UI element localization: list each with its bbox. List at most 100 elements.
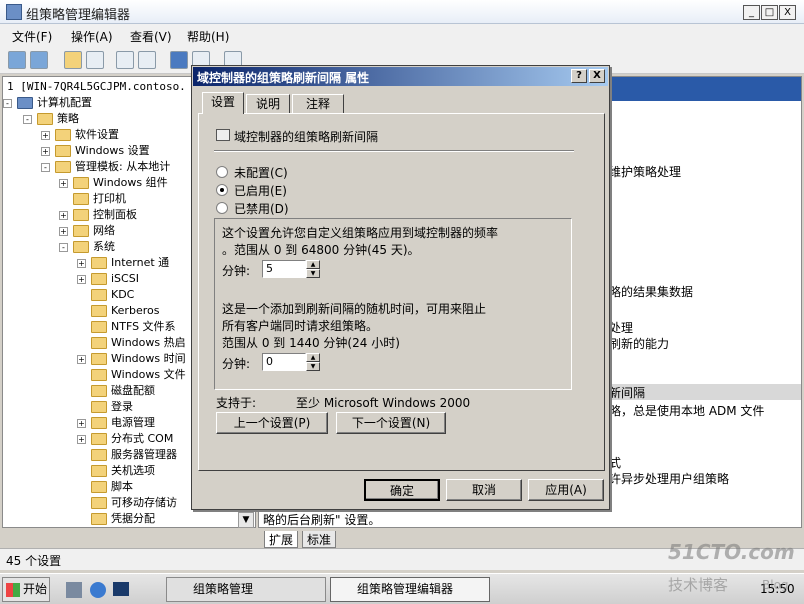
stepper-up-icon[interactable]: ▲ bbox=[306, 260, 320, 269]
tab-standard[interactable]: 标准 bbox=[302, 531, 337, 548]
export-icon[interactable] bbox=[138, 51, 156, 69]
folder-icon bbox=[91, 337, 107, 349]
stepper-down-icon[interactable]: ▼ bbox=[306, 269, 320, 278]
stepper-up-icon[interactable]: ▲ bbox=[306, 353, 320, 362]
stepper-down-icon[interactable]: ▼ bbox=[306, 362, 320, 371]
expand-icon[interactable]: + bbox=[59, 227, 68, 236]
expand-icon[interactable]: + bbox=[41, 131, 50, 140]
collapse-icon[interactable]: - bbox=[41, 163, 50, 172]
previous-setting-button[interactable]: 上一个设置(P) bbox=[216, 412, 328, 434]
tree-item-label: Windows 设置 bbox=[75, 144, 150, 157]
folder-icon bbox=[91, 321, 107, 333]
tree-item-label: Internet 通 bbox=[111, 256, 170, 269]
menu-action[interactable]: 操作(A) bbox=[71, 28, 113, 45]
tree-item-label: 登录 bbox=[111, 400, 133, 413]
dialog-close-button[interactable]: X bbox=[589, 69, 605, 83]
maximize-button[interactable]: □ bbox=[761, 5, 778, 20]
folder-icon bbox=[55, 129, 71, 141]
tab-explain[interactable]: 说明 bbox=[246, 94, 290, 114]
collapse-icon[interactable]: - bbox=[59, 243, 68, 252]
expand-icon[interactable]: + bbox=[41, 147, 50, 156]
setting-row[interactable]: 略，总是使用本地 ADM 文件 bbox=[609, 402, 764, 419]
expand-icon[interactable]: + bbox=[77, 419, 86, 428]
forward-icon[interactable] bbox=[30, 51, 48, 69]
tree-item-label: 关机选项 bbox=[111, 464, 155, 477]
setting-row[interactable]: 略的结果集数据 bbox=[609, 283, 693, 300]
tree-root[interactable]: 1 [WIN-7QR4L5GCJPM.contoso. bbox=[7, 79, 186, 95]
supported-label: 支持于: bbox=[216, 396, 257, 410]
random-offset-input[interactable]: 0 bbox=[262, 353, 306, 371]
expand-icon[interactable]: + bbox=[77, 259, 86, 268]
folder-icon bbox=[91, 385, 107, 397]
expand-icon[interactable]: + bbox=[77, 435, 86, 444]
collapse-icon[interactable]: - bbox=[23, 115, 32, 124]
radio-disabled-label[interactable]: 已禁用(D) bbox=[234, 200, 289, 217]
task-gpmc[interactable]: 组策略管理 bbox=[166, 577, 326, 602]
tree-item-label: 分布式 COM bbox=[111, 432, 174, 445]
supported-value: 至少 Microsoft Windows 2000 bbox=[296, 396, 471, 410]
watermark: 51CTO.com 技术博客 Blog bbox=[668, 540, 802, 600]
minutes-label-1: 分钟: bbox=[222, 264, 251, 278]
setting-row[interactable]: 处理 bbox=[609, 319, 633, 336]
tree-root-label: 1 [WIN-7QR4L5GCJPM.contoso. bbox=[7, 80, 186, 93]
close-button[interactable]: X bbox=[779, 5, 796, 20]
folder-icon bbox=[91, 433, 107, 445]
quicklaunch-ie-icon[interactable] bbox=[90, 582, 106, 598]
tree-item-label: 电源管理 bbox=[111, 416, 155, 429]
up-folder-icon[interactable] bbox=[64, 51, 82, 69]
tree-item-label: 打印机 bbox=[93, 192, 126, 205]
expand-icon[interactable]: + bbox=[77, 275, 86, 284]
tree-item-label: 计算机配置 bbox=[37, 96, 92, 109]
dialog-help-button[interactable]: ? bbox=[571, 69, 587, 83]
setting-row[interactable]: 维护策略处理 bbox=[609, 163, 681, 180]
menu-view[interactable]: 查看(V) bbox=[130, 28, 172, 45]
folder-icon bbox=[91, 449, 107, 461]
tree-item-label: 服务器管理器 bbox=[111, 448, 177, 461]
radio-disabled[interactable] bbox=[216, 202, 228, 214]
next-setting-button[interactable]: 下一个设置(N) bbox=[336, 412, 446, 434]
expand-icon[interactable]: + bbox=[59, 179, 68, 188]
tree-scrollbar[interactable]: ▼ bbox=[238, 512, 254, 528]
tab-explain-label: 说明 bbox=[255, 97, 280, 111]
tree-item-label: 控制面板 bbox=[93, 208, 137, 221]
main-title-bar: 组策略管理编辑器 _ □ X bbox=[0, 0, 804, 24]
show-tree-icon[interactable] bbox=[86, 51, 104, 69]
quicklaunch-cmd-icon[interactable] bbox=[113, 582, 129, 596]
task-gpme[interactable]: 组策略管理编辑器 bbox=[330, 577, 490, 602]
setting-row[interactable]: 刷新的能力 bbox=[609, 335, 669, 352]
policy-icon bbox=[216, 129, 230, 141]
tree-item-label: Windows 组件 bbox=[93, 176, 168, 189]
menu-file[interactable]: 文件(F) bbox=[12, 28, 52, 45]
back-icon[interactable] bbox=[8, 51, 26, 69]
random-offset-stepper[interactable]: ▲ ▼ bbox=[306, 353, 320, 371]
expand-icon[interactable]: + bbox=[59, 211, 68, 220]
radio-enabled[interactable] bbox=[216, 184, 228, 196]
radio-not-configured[interactable] bbox=[216, 166, 228, 178]
cancel-button[interactable]: 取消 bbox=[446, 479, 522, 501]
start-button[interactable]: 开始 bbox=[2, 577, 50, 602]
apply-button[interactable]: 应用(A) bbox=[528, 479, 604, 501]
properties-icon[interactable] bbox=[116, 51, 134, 69]
quicklaunch-server-icon[interactable] bbox=[66, 582, 82, 598]
refresh-minutes-input[interactable]: 5 bbox=[262, 260, 306, 278]
folder-icon bbox=[37, 113, 53, 125]
setting-row[interactable]: 许异步处理用户组策略 bbox=[609, 470, 729, 487]
radio-not-configured-label[interactable]: 未配置(C) bbox=[234, 164, 288, 181]
tab-comment[interactable]: 注释 bbox=[292, 94, 344, 114]
collapse-icon[interactable]: - bbox=[3, 99, 12, 108]
setting-row[interactable]: 式 bbox=[609, 454, 621, 471]
expand-icon[interactable]: + bbox=[77, 355, 86, 364]
tab-extended-label: 扩展 bbox=[269, 533, 294, 547]
setting-row-selected[interactable]: 新间隔 bbox=[609, 384, 645, 401]
tab-extended[interactable]: 扩展 bbox=[264, 531, 299, 548]
properties-dialog: 域控制器的组策略刷新间隔 属性 ? X 设置 说明 注释 域控制器的组策略刷新间… bbox=[191, 65, 610, 510]
ok-button[interactable]: 确定 bbox=[364, 479, 440, 501]
tree-item-label: 可移动存储访 bbox=[111, 496, 177, 509]
minimize-button[interactable]: _ bbox=[743, 5, 760, 20]
refresh-minutes-stepper[interactable]: ▲ ▼ bbox=[306, 260, 320, 278]
help-icon[interactable] bbox=[170, 51, 188, 69]
radio-enabled-label[interactable]: 已启用(E) bbox=[234, 182, 287, 199]
tab-settings[interactable]: 设置 bbox=[202, 92, 244, 114]
dialog-title-bar[interactable]: 域控制器的组策略刷新间隔 属性 ? X bbox=[193, 67, 608, 86]
menu-help[interactable]: 帮助(H) bbox=[187, 28, 229, 45]
